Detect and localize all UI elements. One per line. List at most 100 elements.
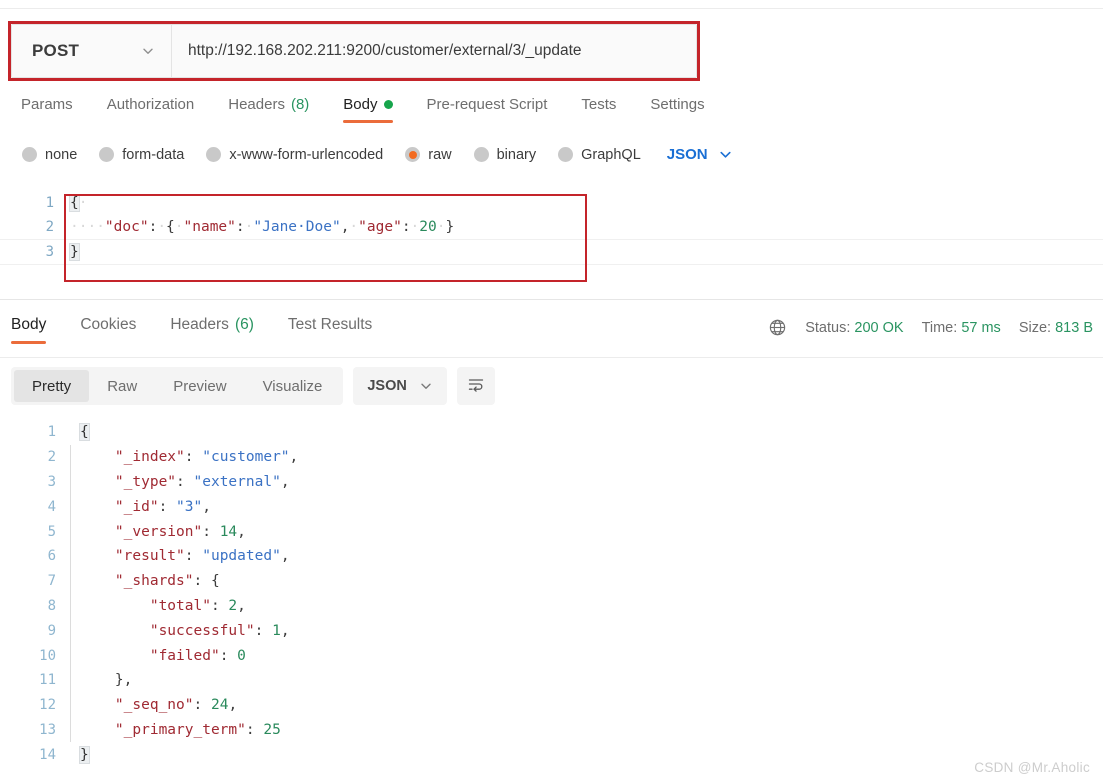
response-tab-test-results[interactable]: Test Results: [288, 314, 389, 346]
line-number: 2: [47, 449, 56, 466]
line-number: 3: [45, 244, 54, 260]
chevron-down-icon: [141, 44, 155, 58]
chevron-down-icon: [419, 379, 433, 393]
response-tab-test-results-label: Test Results: [287, 316, 373, 333]
window-top-strip: [0, 0, 1103, 9]
http-method-label: POST: [32, 41, 80, 60]
request-body-format-dropdown[interactable]: JSON: [667, 146, 733, 163]
tab-tests[interactable]: Tests: [581, 94, 633, 125]
response-meta-bar: Status: 200 OK Time: 57 ms Size: 813 B: [768, 318, 1093, 337]
tab-authorization-label: Authorization: [106, 96, 195, 113]
globe-icon[interactable]: [768, 318, 787, 337]
radio-graphql-icon: [558, 147, 574, 162]
tab-params-label: Params: [21, 96, 73, 113]
body-type-raw[interactable]: raw: [405, 147, 452, 163]
line-number: 7: [47, 573, 56, 590]
tab-headers-count: (8): [290, 96, 310, 113]
response-tab-body-label: Body: [11, 316, 47, 333]
tab-headers[interactable]: Headers (8): [228, 94, 326, 125]
view-mode-raw-label: Raw: [107, 377, 138, 395]
line-number: 11: [39, 672, 56, 689]
line-number: 1: [45, 194, 54, 211]
line-number: 1: [47, 424, 56, 441]
line-content: }: [79, 745, 90, 764]
radio-none-icon: [22, 147, 37, 162]
tab-settings[interactable]: Settings: [650, 94, 721, 125]
time-value: 57 ms: [961, 319, 1001, 336]
line-content: "_index": "customer",: [114, 449, 299, 466]
body-type-binary-label: binary: [496, 146, 537, 163]
radio-binary-icon: [473, 147, 489, 162]
response-tab-body[interactable]: Body: [11, 314, 63, 346]
line-number: 2: [45, 219, 54, 235]
line-number: 6: [47, 548, 56, 565]
line-content: },: [114, 672, 133, 689]
response-code-line: 5 "_version": 14,: [0, 519, 1103, 544]
response-code-line: 10 "failed": 0: [0, 643, 1103, 668]
time-label: Time:: [921, 319, 958, 336]
response-body-code[interactable]: 1 { 2 "_index": "customer", 3 "_type": "…: [0, 420, 1103, 780]
tab-body[interactable]: Body: [343, 94, 409, 125]
body-type-form-data[interactable]: form-data: [99, 147, 184, 163]
view-mode-pretty-label: Pretty: [32, 377, 72, 395]
body-type-binary[interactable]: binary: [473, 146, 537, 163]
response-view-toolbar: Pretty Raw Preview Visualize JSON: [11, 367, 495, 405]
line-number: 9: [47, 622, 56, 639]
response-tab-headers[interactable]: Headers (6): [170, 314, 271, 346]
body-type-graphql[interactable]: GraphQL: [558, 147, 641, 163]
line-number: 3: [47, 473, 56, 490]
response-code-line: 9 "successful": 1,: [0, 618, 1103, 644]
word-wrap-button[interactable]: [456, 367, 495, 405]
request-code-line: 3 }: [0, 240, 1103, 265]
tab-authorization[interactable]: Authorization: [107, 94, 212, 125]
radio-form-data-icon: [99, 147, 115, 162]
line-content: "_type": "external",: [114, 473, 290, 490]
tab-body-label: Body: [343, 96, 378, 113]
response-code-line: 4 "_id": "3",: [0, 494, 1103, 520]
request-code-line: 2 ····"doc":·{·"name":·"Jane·Doe",·"age"…: [0, 215, 1103, 240]
status-label: Status:: [805, 319, 851, 336]
radio-raw-icon: [405, 147, 421, 162]
view-mode-preview-label: Preview: [173, 377, 227, 395]
chevron-down-icon: [718, 147, 733, 162]
response-code-line: 12 "_seq_no": 24,: [0, 692, 1103, 718]
body-type-urlencoded-label: x-www-form-urlencoded: [229, 146, 384, 163]
line-content: ····"doc":·{·"name":·"Jane·Doe",·"age":·…: [70, 219, 455, 235]
radio-urlencoded-icon: [206, 147, 222, 162]
request-url-input[interactable]: http://192.168.202.211:9200/customer/ext…: [172, 25, 696, 77]
view-mode-preview[interactable]: Preview: [155, 370, 244, 402]
line-number: 4: [47, 498, 56, 515]
view-mode-raw[interactable]: Raw: [89, 370, 155, 402]
tab-params[interactable]: Params: [21, 94, 90, 125]
response-format-dropdown[interactable]: JSON: [353, 367, 447, 405]
body-type-graphql-label: GraphQL: [581, 146, 641, 163]
line-number: 14: [39, 746, 56, 763]
response-code-line: 13 "_primary_term": 25: [0, 717, 1103, 743]
response-format-label: JSON: [367, 378, 407, 394]
view-mode-pretty[interactable]: Pretty: [14, 370, 90, 402]
time-badge[interactable]: Time: 57 ms: [922, 320, 1001, 336]
body-type-urlencoded[interactable]: x-www-form-urlencoded: [206, 147, 383, 163]
status-badge[interactable]: Status: 200 OK: [805, 320, 903, 336]
request-response-divider: [0, 299, 1103, 300]
tab-pre-request-script-label: Pre-request Script: [426, 96, 548, 113]
request-body-editor[interactable]: 1 {· 2 ····"doc":·{·"name":·"Jane·Doe",·…: [0, 190, 1103, 285]
size-badge[interactable]: Size: 813 B: [1019, 320, 1093, 336]
response-code-line: 8 "total": 2,: [0, 593, 1103, 619]
line-content: "failed": 0: [149, 647, 246, 664]
http-method-dropdown[interactable]: POST: [12, 25, 172, 77]
line-number: 12: [39, 697, 56, 714]
line-number: 5: [47, 523, 56, 540]
response-code-line: 14 }: [0, 742, 1103, 767]
body-type-radio-group: none form-data x-www-form-urlencoded raw…: [22, 146, 733, 163]
body-type-none[interactable]: none: [22, 147, 77, 163]
line-content: "_shards": {: [114, 573, 220, 590]
line-content: "_id": "3",: [114, 498, 211, 515]
word-wrap-icon: [466, 374, 486, 399]
response-code-line: 3 "_type": "external",: [0, 469, 1103, 495]
tab-pre-request-script[interactable]: Pre-request Script: [427, 94, 565, 125]
line-content: "result": "updated",: [114, 548, 290, 565]
view-mode-visualize[interactable]: Visualize: [245, 370, 341, 402]
response-tab-cookies[interactable]: Cookies: [80, 314, 153, 346]
watermark: CSDN @Mr.Aholic: [974, 760, 1090, 775]
